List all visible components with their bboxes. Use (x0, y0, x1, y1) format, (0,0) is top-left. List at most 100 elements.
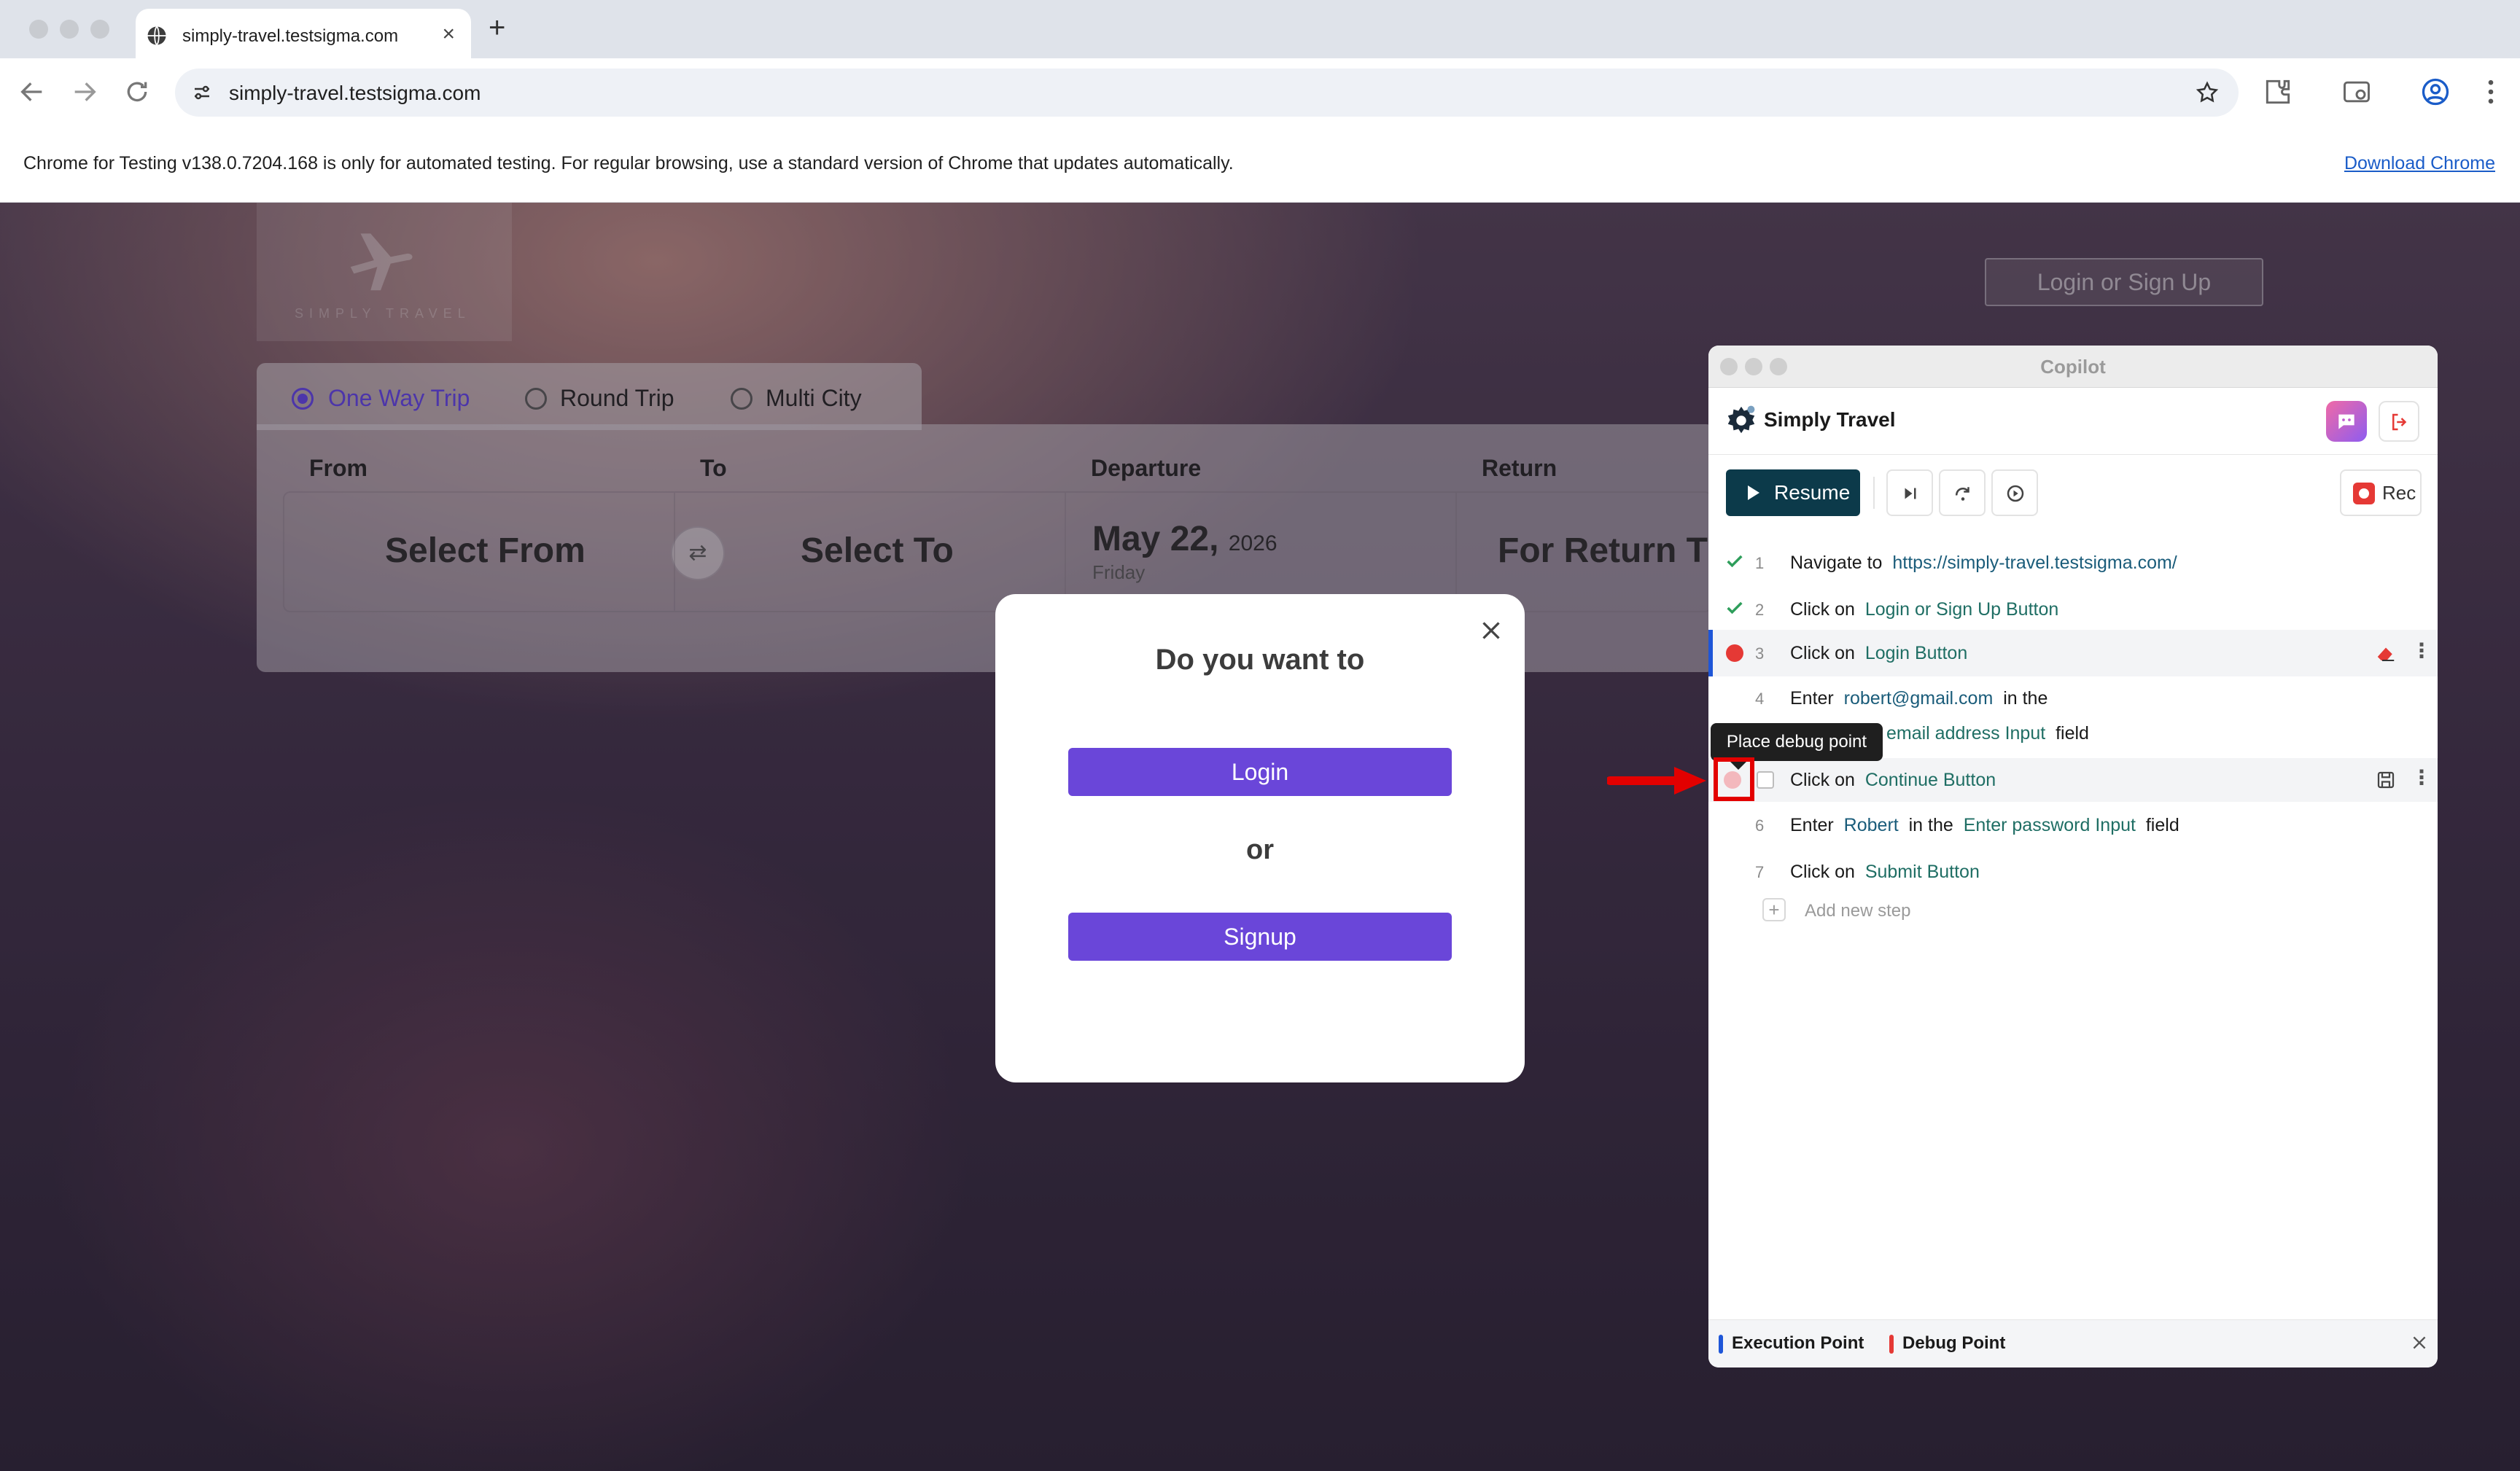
controls-divider (1873, 477, 1875, 509)
step-value: Robert (1843, 815, 1899, 835)
login-button[interactable]: Login (1068, 748, 1452, 796)
red-arrow-icon (1607, 767, 1706, 795)
profile-icon[interactable] (2419, 76, 2451, 108)
resume-button[interactable]: Resume (1726, 469, 1860, 516)
browser-menu-icon[interactable] (2475, 76, 2507, 108)
window-minimize-dot[interactable] (60, 20, 79, 39)
step-number: 2 (1755, 601, 1765, 619)
step-checkbox[interactable] (1757, 771, 1774, 789)
step-text-line2: email address Input field (1886, 723, 2089, 744)
step-over-button[interactable] (1886, 469, 1933, 516)
step-menu-icon[interactable]: ⋮ (2411, 765, 2432, 789)
copilot-header: Simply Travel (1708, 388, 2438, 455)
extensions-puzzle-icon[interactable] (2262, 76, 2294, 108)
radio-multi-city[interactable] (731, 388, 752, 410)
plus-icon: + (1762, 898, 1786, 921)
copilot-window-title: Copilot (2040, 356, 2106, 378)
exit-button[interactable] (2379, 401, 2419, 442)
bookmark-star-icon[interactable] (2195, 80, 2220, 105)
step-menu-icon[interactable]: ⋮ (2411, 639, 2432, 663)
step-row[interactable]: 1 Navigate to https://simply-travel.test… (1708, 542, 2438, 583)
globe-icon (147, 26, 166, 46)
step-next-icon (1905, 488, 1916, 499)
return-label: Return (1482, 455, 1558, 481)
trip-type-selector: One Way Trip Round Trip Multi City (257, 363, 922, 430)
download-chrome-link[interactable]: Download Chrome (2344, 153, 2495, 174)
browser-toolbar: simply-travel.testsigma.com (0, 58, 2520, 127)
step-row[interactable]: 2 Click on Login or Sign Up Button (1708, 589, 2438, 630)
swap-icon[interactable]: ⇄ (671, 526, 725, 580)
restart-button[interactable] (1991, 469, 2038, 516)
record-button[interactable]: Rec (2340, 469, 2422, 516)
redo-arc-icon (1956, 487, 1969, 501)
radio-one-way[interactable] (292, 388, 314, 410)
step-suffix: field (2145, 815, 2179, 835)
departure-date: May 22, (1092, 520, 1219, 558)
step-text: Click on Submit Button (1790, 862, 1980, 883)
to-field[interactable]: Select To (801, 531, 954, 571)
copilot-app-name: Simply Travel (1764, 408, 1896, 431)
step-action: Navigate to (1790, 553, 1883, 573)
step-connector: in the (1908, 815, 1953, 835)
trip-option-multi-city[interactable]: Multi City (766, 385, 862, 412)
step-value: robert@gmail.com (1843, 688, 1994, 709)
close-icon[interactable] (2410, 1333, 2429, 1352)
airplane-icon (350, 233, 413, 291)
address-bar[interactable]: simply-travel.testsigma.com (175, 69, 2239, 117)
to-label: To (700, 455, 727, 481)
copilot-panel: Copilot Simply Travel Resume Rec 1 Navig… (1708, 346, 2438, 1367)
departure-day: Friday (1092, 561, 1146, 583)
tab-search-icon[interactable] (2341, 76, 2373, 108)
step-target-link[interactable]: https://simply-travel.testsigma.com/ (1892, 553, 2177, 573)
or-separator: or (1246, 835, 1274, 865)
step-row[interactable]: 7 Click on Submit Button (1708, 851, 2438, 892)
step-text: Click on Login Button (1790, 643, 1967, 664)
site-logo[interactable]: SIMPLY TRAVEL (257, 203, 512, 341)
return-field[interactable]: For Return T (1498, 531, 1708, 571)
infobar-message: Chrome for Testing v138.0.7204.168 is on… (23, 153, 1234, 173)
new-tab-button[interactable]: + (489, 12, 505, 44)
step-action: Enter (1790, 688, 1834, 709)
tab-close-icon[interactable]: × (442, 22, 455, 47)
debug-point-tooltip: Place debug point (1711, 723, 1883, 770)
eraser-icon[interactable] (2375, 642, 2397, 664)
field-divider (1455, 493, 1457, 611)
modal-title: Do you want to (1155, 644, 1365, 676)
resume-label: Resume (1774, 481, 1851, 504)
reload-icon[interactable] (122, 77, 152, 106)
trip-option-round-trip[interactable]: Round Trip (560, 385, 674, 412)
replay-icon (2007, 485, 2024, 502)
back-arrow-icon[interactable] (18, 77, 47, 106)
debug-point-marker[interactable] (1726, 644, 1743, 662)
step-number: 3 (1755, 644, 1765, 663)
step-row-hovered[interactable]: Click on Continue Button ⋮ (1708, 758, 2438, 802)
window-zoom-dot[interactable] (90, 20, 109, 39)
step-action: Click on (1790, 643, 1855, 663)
copilot-titlebar: Copilot (1708, 346, 2438, 388)
step-text: Click on Continue Button (1790, 770, 1996, 791)
departure-label: Departure (1091, 455, 1202, 481)
browser-tab[interactable]: simply-travel.testsigma.com × (136, 9, 471, 58)
login-signup-button[interactable]: Login or Sign Up (1985, 258, 2263, 306)
window-close-dot[interactable] (29, 20, 48, 39)
ai-assistant-button[interactable] (2326, 401, 2367, 442)
radio-round-trip[interactable] (525, 388, 547, 410)
from-field[interactable]: Select From (385, 531, 586, 571)
step-row-active[interactable]: 3 Click on Login Button ⋮ (1708, 630, 2438, 676)
site-settings-icon[interactable] (191, 82, 213, 104)
trip-option-one-way[interactable]: One Way Trip (328, 385, 470, 412)
step-number: 4 (1755, 690, 1765, 708)
step-number: 6 (1755, 816, 1765, 835)
forward-arrow-icon[interactable] (70, 77, 99, 106)
close-icon[interactable] (1478, 617, 1504, 644)
signup-button[interactable]: Signup (1068, 913, 1452, 961)
save-icon[interactable] (2375, 769, 2397, 791)
step-text: Click on Login or Sign Up Button (1790, 599, 2058, 620)
departure-field[interactable]: May 22, 2026 (1092, 519, 1278, 559)
step-target: Continue Button (1864, 770, 1996, 790)
step-into-button[interactable] (1939, 469, 1986, 516)
field-divider (1065, 493, 1066, 611)
step-action: Click on (1790, 599, 1855, 620)
step-row[interactable]: 6 Enter Robert in the Enter password Inp… (1708, 805, 2438, 846)
departure-year: 2026 (1228, 531, 1278, 555)
